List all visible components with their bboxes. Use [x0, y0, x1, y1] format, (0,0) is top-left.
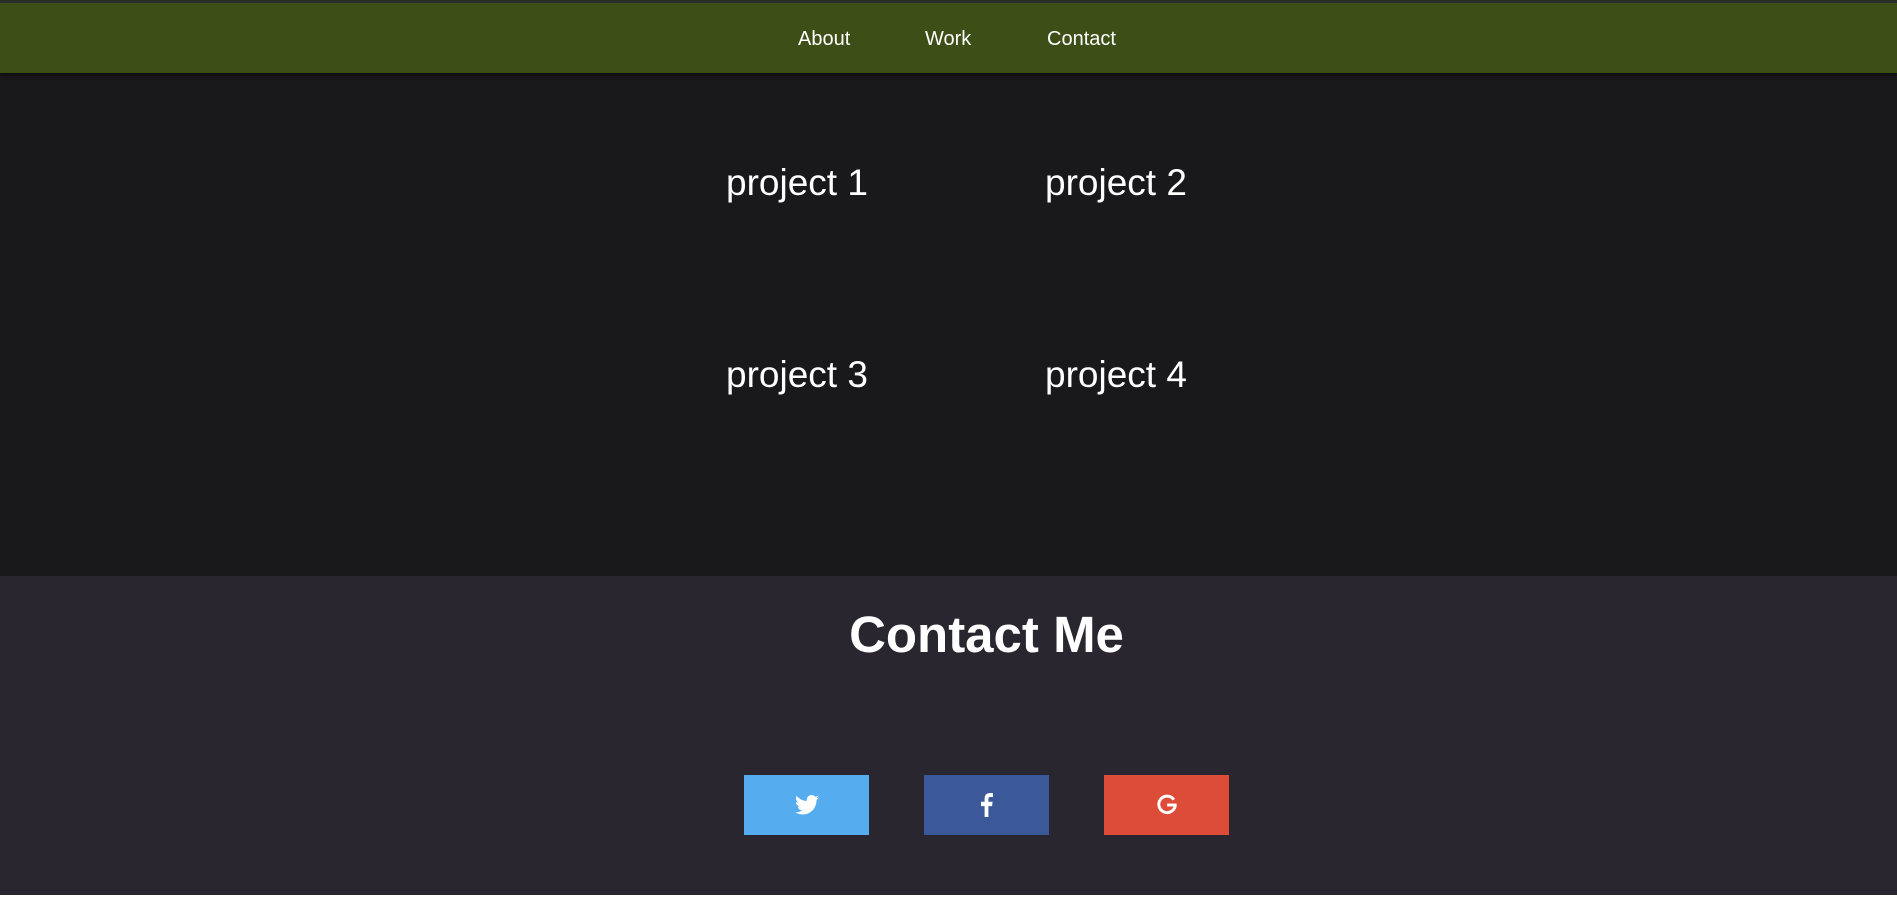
work-section: project 1 project 2 project 3 project 4	[0, 73, 1897, 576]
nav-link-work[interactable]: Work	[925, 27, 971, 51]
google-button[interactable]	[1104, 775, 1229, 835]
nav-link-contact[interactable]: Contact	[1047, 27, 1116, 51]
twitter-button[interactable]	[744, 775, 869, 835]
facebook-button[interactable]	[924, 775, 1049, 835]
project-1[interactable]: project 1	[726, 161, 868, 205]
project-2[interactable]: project 2	[1045, 161, 1187, 205]
contact-section: Contact Me	[0, 576, 1897, 895]
navbar: About Work Contact	[0, 3, 1897, 73]
facebook-icon	[980, 793, 993, 817]
contact-title: Contact Me	[849, 606, 1124, 663]
page: About Work Contact project 1 project 2 p…	[0, 0, 1897, 897]
project-4[interactable]: project 4	[1045, 353, 1187, 397]
twitter-icon	[794, 795, 819, 815]
google-icon	[1156, 794, 1178, 816]
nav-link-about[interactable]: About	[798, 27, 850, 51]
project-3[interactable]: project 3	[726, 353, 868, 397]
